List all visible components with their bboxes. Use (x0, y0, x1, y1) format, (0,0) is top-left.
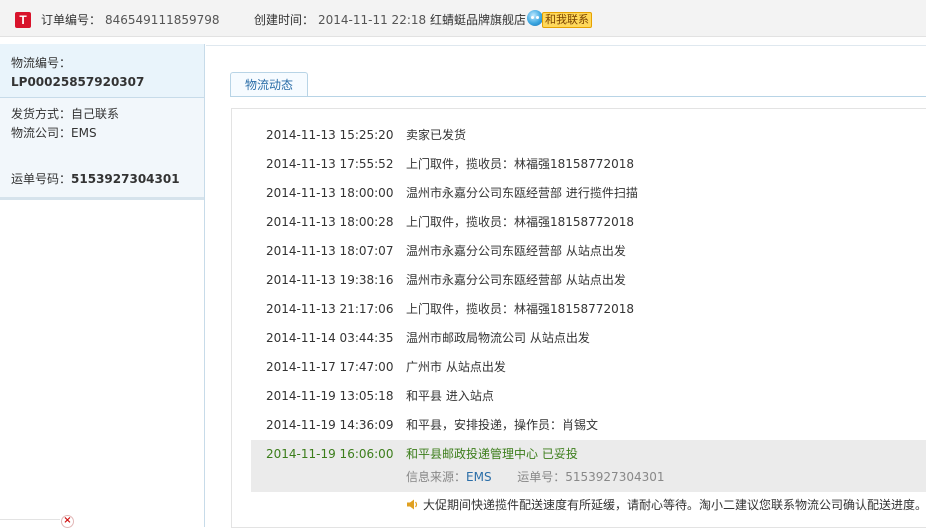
tracking-time: 2014-11-19 14:36:09 (266, 418, 394, 432)
tracking-time: 2014-11-14 03:44:35 (266, 331, 394, 345)
tracking-description: 温州市永嘉分公司东瓯经营部 从站点出发 (406, 244, 626, 258)
tracking-time: 2014-11-13 17:55:52 (266, 157, 394, 171)
delay-notice: 大促期间快递揽件配送速度有所延缓，请耐心等待。淘小二建议您联系物流公司确认配送进… (406, 497, 926, 513)
logistics-number: LP00025857920307 (11, 75, 145, 89)
tracking-description: 温州市永嘉分公司东瓯经营部 进行揽件扫描 (406, 186, 638, 200)
tab-logistics-tracking[interactable]: 物流动态 (230, 72, 308, 96)
logistics-sidebar: 物流编号： LP00025857920307 发货方式：自己联系 物流公司：EM… (0, 44, 205, 527)
tracking-description: 和平县 进入站点 (406, 389, 494, 403)
wangwang-icon[interactable] (527, 10, 543, 26)
waybill-label: 运单号码： (11, 172, 72, 186)
tracking-description: 温州市邮政局物流公司 从站点出发 (406, 331, 590, 345)
company-name: EMS (71, 126, 97, 140)
tracking-time: 2014-11-13 18:00:28 (266, 215, 394, 229)
logistics-number-label: 物流编号： (11, 56, 72, 70)
order-number: 846549111859798 (105, 13, 220, 27)
close-icon[interactable]: × (61, 515, 74, 528)
waybill-number-2: 5153927304301 (565, 470, 665, 484)
tmall-logo-icon: T (15, 12, 31, 28)
delay-notice-text: 大促期间快递揽件配送速度有所延缓，请耐心等待。淘小二建议您联系物流公司确认配送进… (423, 498, 926, 512)
created-time-label: 创建时间： (254, 13, 315, 27)
created-time: 2014-11-11 22:18 (318, 13, 427, 27)
source-link[interactable]: EMS (466, 470, 492, 484)
logistics-number-block: 物流编号： LP00025857920307 (0, 44, 204, 98)
source-label: 信息来源： (406, 470, 467, 484)
tracking-description: 和平县邮政投递管理中心 已妥投 (406, 447, 578, 461)
ship-method-row: 发货方式：自己联系 (11, 106, 119, 122)
company-label: 物流公司： (11, 126, 72, 140)
waybill-label-2: 运单号： (517, 470, 566, 484)
order-number-label: 订单编号： (41, 13, 102, 27)
ship-method-label: 发货方式： (11, 107, 72, 121)
tracking-description: 温州市永嘉分公司东瓯经营部 从站点出发 (406, 273, 626, 287)
tracking-time: 2014-11-13 21:17:06 (266, 302, 394, 316)
tracking-time: 2014-11-13 19:38:16 (266, 273, 394, 287)
tracking-time: 2014-11-19 16:06:00 (266, 447, 394, 461)
shipping-info-block: 发货方式：自己联系 物流公司：EMS 运单号码：5153927304301 (0, 98, 204, 200)
tracking-description: 和平县，安排投递，操作员：肖锡文 (406, 418, 599, 432)
tracking-description: 上门取件，揽收员：林福强18158772018 (406, 157, 634, 171)
tracking-description: 广州市 从站点出发 (406, 360, 506, 374)
floating-bar (0, 519, 60, 520)
tab-underline (230, 96, 926, 97)
tracking-time: 2014-11-13 18:00:00 (266, 186, 394, 200)
tracking-time: 2014-11-17 17:47:00 (266, 360, 394, 374)
tracking-description: 卖家已发货 (406, 128, 467, 142)
company-row: 物流公司：EMS (11, 125, 97, 141)
contact-me-button[interactable]: 和我联系 (542, 12, 592, 28)
tracking-time: 2014-11-13 15:25:20 (266, 128, 394, 142)
info-source: 信息来源：EMS 运单号：5153927304301 (406, 469, 665, 485)
ship-method: 自己联系 (71, 107, 120, 121)
shop-name-link[interactable]: 红蜻蜓品牌旗舰店 (430, 12, 526, 28)
waybill-row: 运单号码：5153927304301 (11, 171, 180, 187)
tracking-description: 上门取件，揽收员：林福强18158772018 (406, 215, 634, 229)
waybill-number: 5153927304301 (71, 172, 180, 186)
tracking-description: 上门取件，揽收员：林福强18158772018 (406, 302, 634, 316)
tracking-time: 2014-11-19 13:05:18 (266, 389, 394, 403)
tracking-time: 2014-11-13 18:07:07 (266, 244, 394, 258)
divider (206, 45, 926, 46)
order-header: T 订单编号： 846549111859798 创建时间： 2014-11-11… (0, 0, 926, 37)
